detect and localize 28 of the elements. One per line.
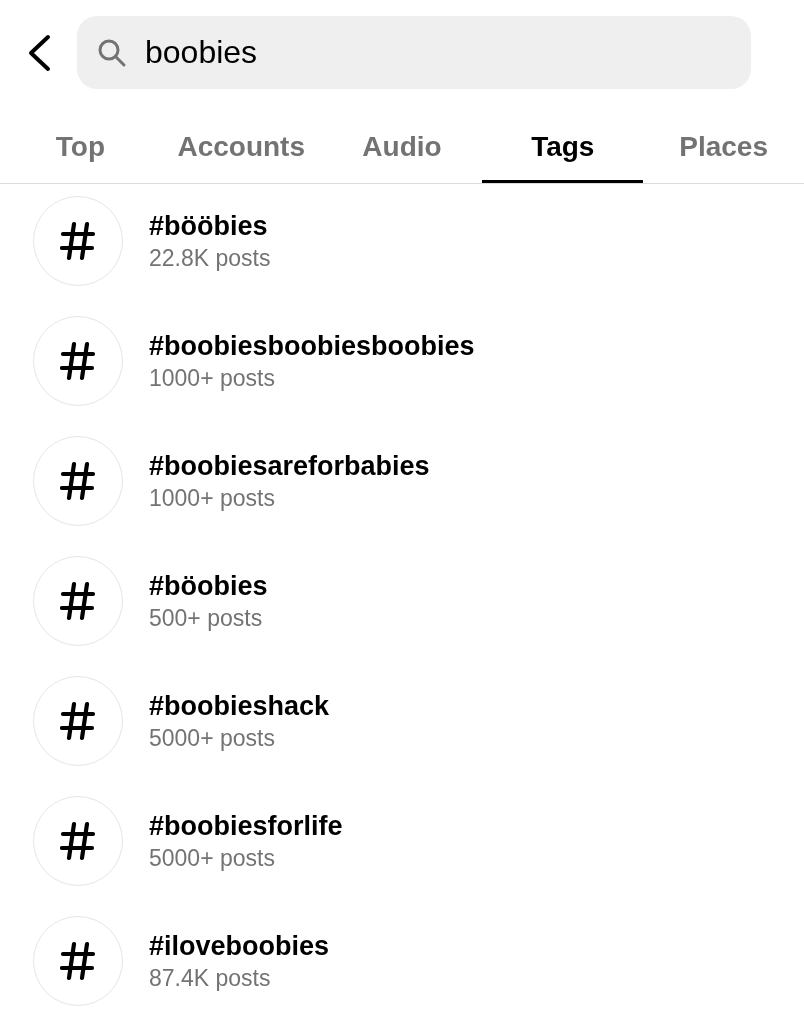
post-count: 5000+ posts	[149, 844, 276, 873]
hashtag-name: #bööbies	[149, 210, 269, 243]
post-count: 1000+ posts	[149, 484, 276, 513]
search-icon	[97, 38, 127, 68]
post-count: 500+ posts	[149, 604, 264, 633]
hashtag-name: #boobieshack	[149, 690, 330, 723]
search-field[interactable]: boobies	[77, 16, 751, 89]
hashtag-result[interactable]: #bööbies 22.8K posts	[0, 184, 804, 304]
tab[interactable]: Accounts	[160, 110, 322, 183]
post-count: 1000+ posts	[149, 364, 276, 393]
post-count: 22.8K posts	[149, 244, 271, 273]
hashtag-result[interactable]: #boobiesforlife 5000+ posts	[0, 784, 804, 904]
post-count: 87.4K posts	[149, 964, 272, 993]
hashtag-name: #boobiesareforbabies	[149, 450, 430, 483]
tab[interactable]: Top	[0, 110, 161, 183]
hashtag-result[interactable]: #boobiesareforbabies 1000+ posts	[0, 424, 804, 544]
tab[interactable]: Tags	[482, 110, 644, 183]
hashtag-result[interactable]: #boobieshack 5000+ posts	[0, 664, 804, 784]
tab[interactable]: Places	[643, 110, 804, 183]
hashtag-result[interactable]: #boobiesboobiesboobies 1000+ posts	[0, 304, 804, 424]
hashtag-name: #böobies	[149, 570, 268, 603]
hashtag-result[interactable]: #iloveboobies 87.4K posts	[0, 904, 804, 1024]
hashtag-result[interactable]: #böobies 500+ posts	[0, 544, 804, 664]
hashtag-name: #boobiesforlife	[149, 810, 343, 843]
post-count: 5000+ posts	[149, 724, 276, 753]
hashtag-name: #boobiesboobiesboobies	[149, 330, 475, 363]
hashtag-name: #iloveboobies	[149, 930, 330, 963]
tab[interactable]: Audio	[321, 110, 483, 183]
